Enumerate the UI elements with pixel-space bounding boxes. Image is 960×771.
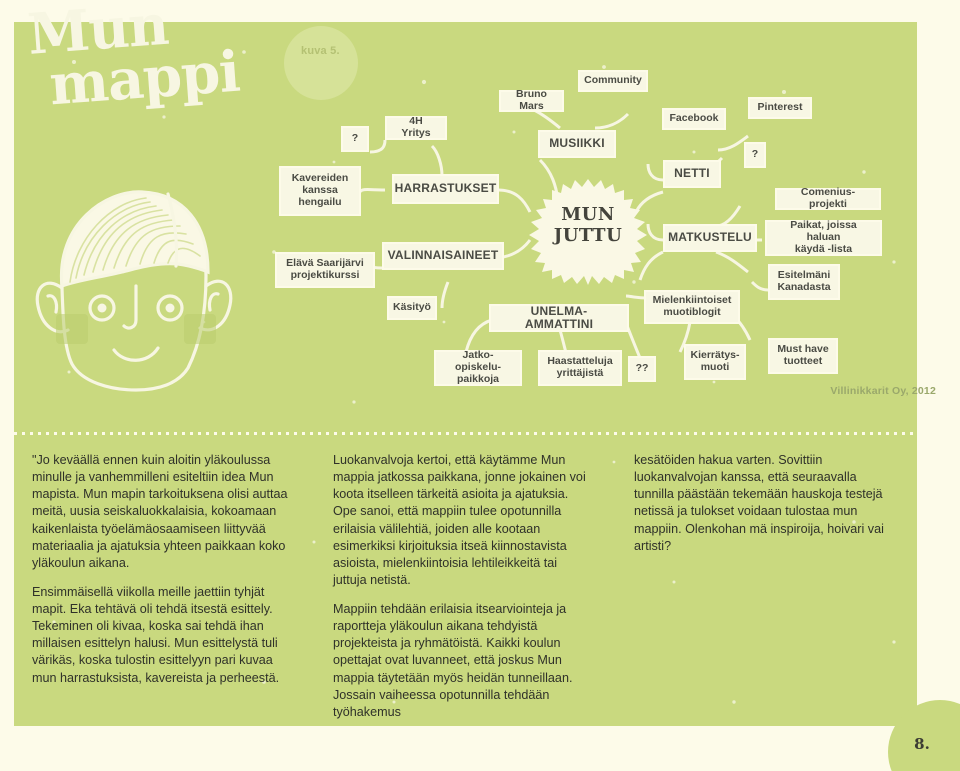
paragraph: "Jo keväällä ennen kuin aloitin yläkoulu… (32, 453, 288, 570)
node-4h-yritys[interactable]: 4H Yritys (385, 115, 447, 140)
paragraph: kesätöiden hakua varten. Sovittiin luoka… (634, 453, 884, 553)
node-kasityo[interactable]: Käsityö (387, 296, 437, 320)
node-q-right[interactable]: ? (744, 142, 766, 168)
node-musiikki[interactable]: MUSIIKKI (538, 130, 616, 158)
text-column-3: kesätöiden hakua varten. Sovittiin luoka… (616, 452, 917, 702)
node-paikat-lista[interactable]: Paikat, joissa haluan käydä -lista (765, 219, 882, 256)
paragraph: Luokanvalvoja kertoi, että käytämme Mun … (333, 453, 586, 587)
mindmap-diagram: ? 4H Yritys Kavereiden kanssa hengailu H… (0, 0, 903, 400)
node-kierratysmuoti[interactable]: Kierrätys- muoti (684, 344, 746, 380)
node-mielenkiintoiset-muotiblogit[interactable]: Mielenkiintoiset muotiblogit (644, 290, 740, 324)
node-unelma-ammattini[interactable]: UNELMA-AMMATTINI (489, 304, 629, 332)
node-elava-saarijarvi[interactable]: Elävä Saarijärvi projektikurssi (275, 252, 375, 288)
text-column-1: "Jo keväällä ennen kuin aloitin yläkoulu… (14, 452, 315, 702)
node-bruno-mars[interactable]: Bruno Mars (499, 88, 564, 112)
node-comenius-projekti[interactable]: Comenius-projekti (775, 186, 881, 210)
paragraph: Mappiin tehdään erilaisia itsearviointej… (333, 602, 573, 719)
node-facebook[interactable]: Facebook (662, 108, 726, 130)
node-must-have-tuotteet[interactable]: Must have tuotteet (768, 338, 838, 374)
node-q-left[interactable]: ? (341, 126, 369, 152)
text-column-2: Luokanvalvoja kertoi, että käytämme Mun … (315, 452, 616, 719)
dotted-divider (14, 432, 917, 435)
node-valinnaisaineet[interactable]: VALINNAISAINEET (382, 242, 504, 270)
center-starburst-label: MUN JUTTU (553, 204, 623, 246)
node-kavereiden-kanssa-hengailu[interactable]: Kavereiden kanssa hengailu (279, 166, 361, 216)
node-qq[interactable]: ?? (628, 356, 656, 382)
credit-line: Villinikkarit Oy, 2012 (830, 385, 936, 397)
node-matkustelu[interactable]: MATKUSTELU (663, 224, 757, 252)
node-jatko-opiskelupaikkoja[interactable]: Jatko-opiskelu- paikkoja (434, 349, 522, 386)
node-esitelmani-kanadasta[interactable]: Esitelmäni Kanadasta (768, 264, 840, 300)
paragraph: Ensimmäisellä viikolla meille jaettiin t… (32, 584, 280, 685)
node-harrastukset[interactable]: HARRASTUKSET (392, 174, 499, 204)
node-pinterest[interactable]: Pinterest (748, 97, 812, 119)
node-community[interactable]: Community (578, 70, 648, 92)
node-netti[interactable]: NETTI (663, 160, 721, 188)
document-page: Mun mappi kuva 5. ? 4H Yritys Kavereiden… (0, 0, 960, 771)
page-number: 8. (914, 735, 930, 753)
body-text-columns: "Jo keväällä ennen kuin aloitin yläkoulu… (14, 452, 917, 719)
node-haastatteluja-yrittajista[interactable]: Haastatteluja yrittäjistä (538, 350, 622, 386)
